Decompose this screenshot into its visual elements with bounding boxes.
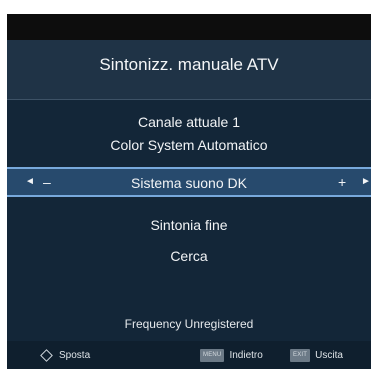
- menu-item-sound-system[interactable]: ◄ – Sistema suono DK + ►: [7, 167, 371, 197]
- tv-screen: Sintonizz. manuale ATV Canale attuale 1 …: [0, 0, 378, 378]
- hint-back-label: Indietro: [229, 349, 263, 361]
- top-bar: [7, 14, 371, 40]
- sound-system-label: Sistema suono DK: [131, 175, 247, 191]
- fine-tuning-label: Sintonia fine: [150, 217, 228, 233]
- footer-hints: Sposta MENU Indietro EXIT Uscita: [7, 341, 371, 369]
- hint-move: Sposta: [40, 341, 90, 369]
- increase-icon[interactable]: +: [338, 169, 346, 195]
- frequency-status: Frequency Unregistered: [7, 312, 371, 336]
- menu-item-search[interactable]: Cerca: [7, 244, 371, 268]
- menu-item-current-channel[interactable]: Canale attuale 1: [7, 110, 371, 134]
- color-system-label: Color System Automatico: [110, 137, 268, 153]
- menu-item-color-system[interactable]: Color System Automatico: [7, 133, 371, 157]
- hint-move-label: Sposta: [59, 349, 91, 361]
- menu-item-fine-tuning[interactable]: Sintonia fine: [7, 213, 371, 237]
- hint-back: MENU Indietro: [200, 341, 263, 369]
- decrease-icon[interactable]: –: [43, 169, 51, 195]
- tuning-panel: Sintonizz. manuale ATV Canale attuale 1 …: [7, 14, 371, 369]
- current-channel-label: Canale attuale 1: [138, 114, 240, 130]
- search-label: Cerca: [170, 248, 208, 264]
- page-title-text: Sintonizz. manuale ATV: [99, 55, 279, 74]
- menu-key-icon: MENU: [200, 348, 225, 362]
- page-title: Sintonizz. manuale ATV: [7, 40, 371, 100]
- navigate-diamond-icon: [40, 348, 53, 362]
- hint-exit-label: Uscita: [315, 349, 343, 361]
- hint-exit: EXIT Uscita: [290, 341, 343, 369]
- exit-key-icon: EXIT: [290, 348, 311, 362]
- frequency-status-text: Frequency Unregistered: [124, 317, 254, 331]
- left-arrow-icon[interactable]: ◄: [25, 169, 35, 195]
- right-arrow-icon[interactable]: ►: [361, 169, 371, 195]
